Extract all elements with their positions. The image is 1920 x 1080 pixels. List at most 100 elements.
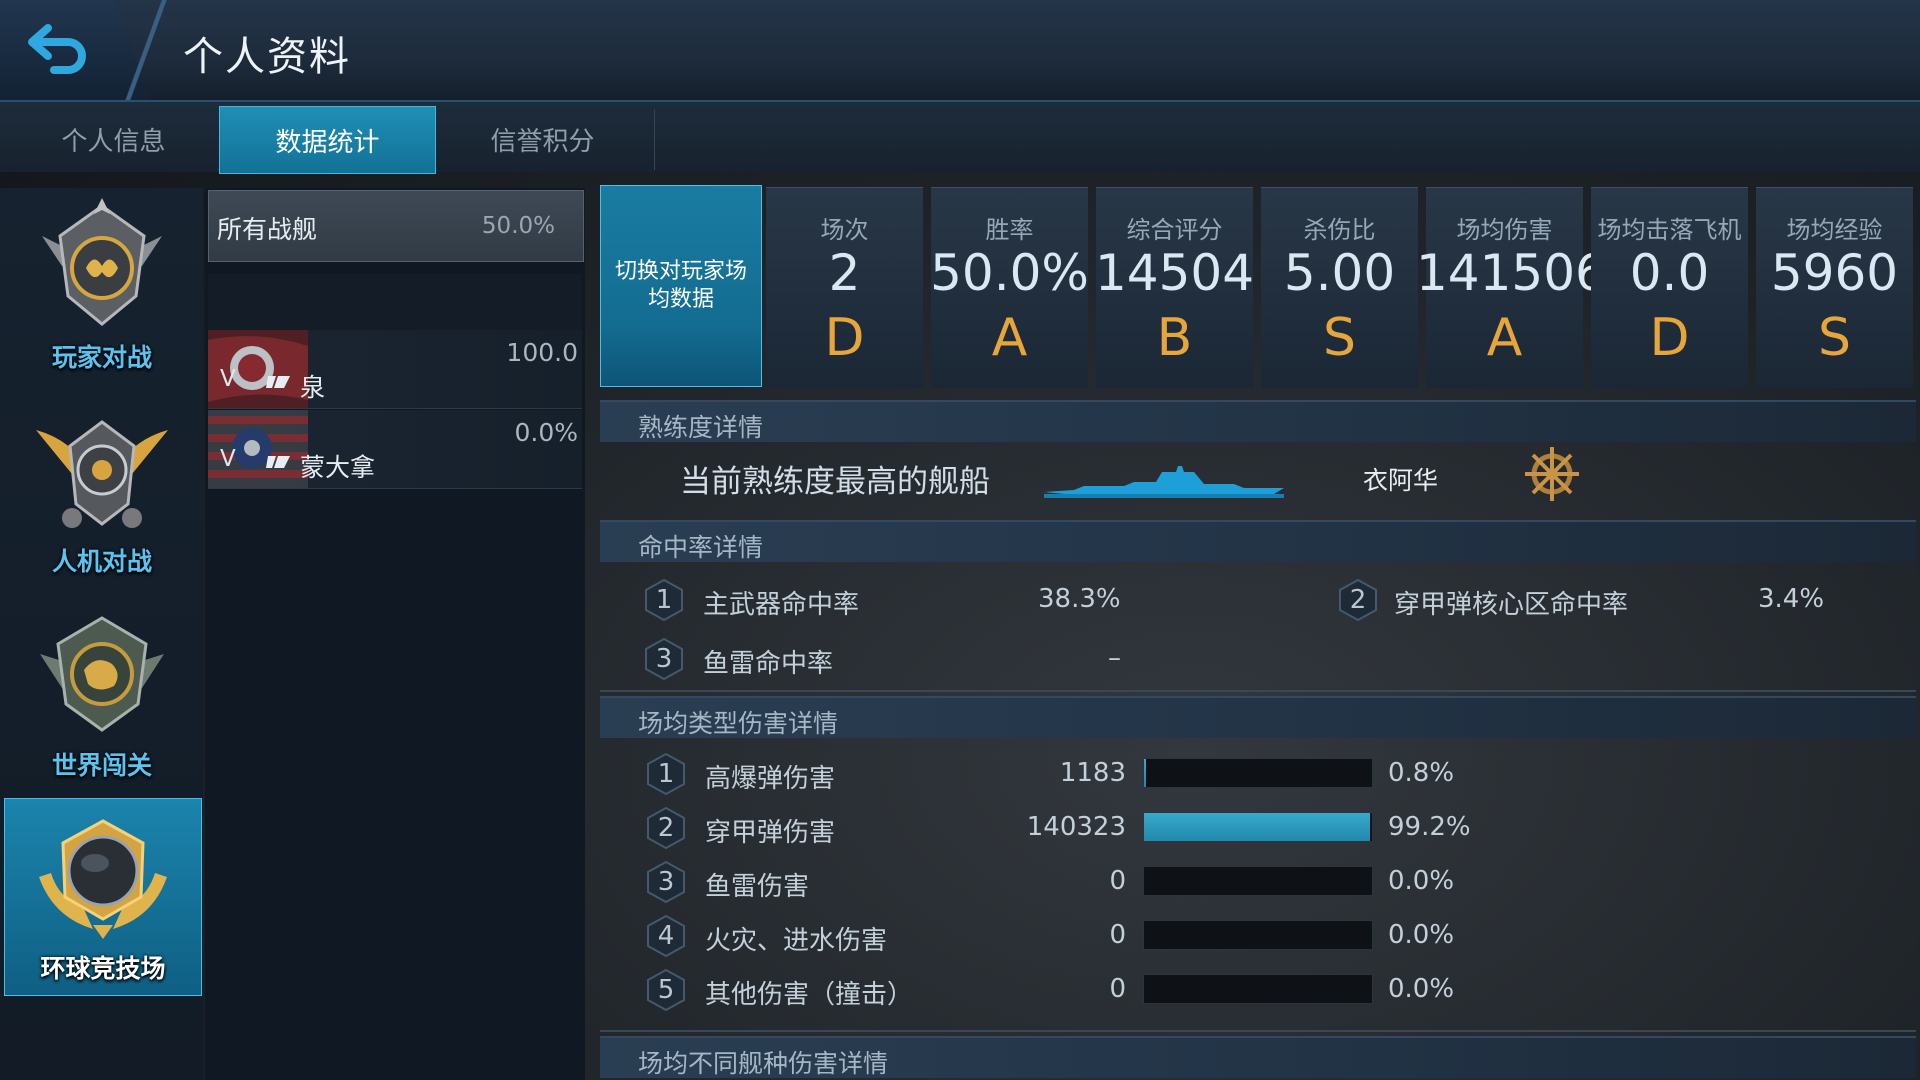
stat-value: 141506 bbox=[1416, 244, 1607, 302]
tab-personal-info[interactable]: 个人信息 bbox=[6, 106, 221, 172]
mode-sidebar: 玩家对战 人机对战 世界闯关 环球竞技场 bbox=[0, 188, 203, 1080]
mode-world-campaign[interactable]: 世界闯关 bbox=[4, 596, 200, 792]
ship-filter-all[interactable]: 所有战舰 50.0% bbox=[208, 190, 584, 262]
battleship-class-icon bbox=[266, 456, 290, 468]
battleship-silhouette-icon bbox=[1044, 466, 1284, 498]
stat-grade: S bbox=[1817, 308, 1851, 368]
arena-emblem-icon bbox=[39, 819, 167, 939]
section-title: 场均不同舰种伤害详情 bbox=[638, 1049, 889, 1078]
section-title: 命中率详情 bbox=[638, 533, 764, 562]
number-badge: 5 bbox=[644, 968, 688, 1012]
damage-label: 火灾、进水伤害 bbox=[705, 926, 888, 956]
section-proficiency-header: 熟练度详情 bbox=[600, 400, 1916, 442]
damage-percent: 0.0% bbox=[1388, 920, 1455, 950]
ship-filter-value: 50.0% bbox=[481, 213, 555, 239]
stat-value: 0.0 bbox=[1629, 244, 1710, 302]
damage-label: 穿甲弹伤害 bbox=[705, 818, 836, 848]
pvp-emblem-icon bbox=[42, 198, 162, 326]
campaign-emblem-icon bbox=[40, 616, 164, 732]
damage-percent: 0.0% bbox=[1388, 866, 1455, 896]
mode-label: 环球竞技场 bbox=[40, 954, 166, 983]
damage-bar bbox=[1143, 866, 1373, 896]
tab-data-stats[interactable]: 数据统计 bbox=[219, 106, 436, 174]
stat-grade: B bbox=[1156, 308, 1193, 368]
damage-value: 0 bbox=[1109, 866, 1126, 896]
section-accuracy-header: 命中率详情 bbox=[600, 520, 1916, 562]
back-arrow-icon bbox=[28, 24, 86, 74]
ship-name: 蒙大拿 bbox=[300, 453, 376, 482]
section-divider bbox=[600, 1030, 1916, 1032]
section-title: 熟练度详情 bbox=[638, 413, 764, 442]
ship-row[interactable]: V 蒙大拿 0.0% bbox=[208, 410, 582, 489]
number-badge: 1 bbox=[644, 752, 688, 796]
ship-tier: V bbox=[220, 366, 236, 392]
damage-bar bbox=[1143, 812, 1373, 842]
tab-bar: 个人信息 数据统计 信誉积分 bbox=[0, 102, 1920, 174]
damage-percent: 99.2% bbox=[1388, 812, 1471, 842]
damage-bar-fill bbox=[1144, 813, 1371, 841]
damage-percent: 0.0% bbox=[1388, 974, 1455, 1004]
stat-value: 50.0% bbox=[930, 244, 1089, 302]
tab-reputation[interactable]: 信誉积分 bbox=[435, 106, 650, 172]
damage-bar-fill bbox=[1144, 759, 1146, 787]
damage-label: 鱼雷伤害 bbox=[705, 872, 810, 902]
switch-button-line1: 切换对玩家场 bbox=[614, 259, 747, 284]
accuracy-value: – bbox=[1108, 643, 1121, 673]
mode-label: 世界闯关 bbox=[51, 751, 152, 780]
ship-list-spacer bbox=[208, 274, 582, 330]
damage-percent: 0.8% bbox=[1388, 758, 1455, 788]
accuracy-label: 主武器命中率 bbox=[703, 590, 860, 620]
mode-global-arena[interactable]: 环球竞技场 bbox=[4, 798, 202, 996]
page-title: 个人资料 bbox=[183, 34, 351, 80]
proficiency-text: 当前熟练度最高的舰船 bbox=[680, 464, 990, 500]
accuracy-value: 38.3% bbox=[1038, 584, 1121, 614]
stat-label: 场次 bbox=[820, 216, 869, 244]
switch-button-line2: 均数据 bbox=[647, 287, 714, 312]
mode-pve[interactable]: 人机对战 bbox=[4, 392, 200, 588]
header-bar: 个人资料 bbox=[0, 0, 1920, 102]
section-title: 场均类型伤害详情 bbox=[638, 709, 839, 738]
section-shiptype-damage-header: 场均不同舰种伤害详情 bbox=[600, 1036, 1916, 1078]
ship-filter-label: 所有战舰 bbox=[217, 215, 318, 244]
damage-value: 140323 bbox=[1026, 812, 1126, 842]
stat-label: 杀伤比 bbox=[1303, 216, 1376, 244]
damage-bar bbox=[1143, 758, 1373, 788]
number-badge: 3 bbox=[644, 860, 688, 904]
damage-bar bbox=[1143, 974, 1373, 1004]
stat-label: 场均经验 bbox=[1786, 216, 1883, 244]
damage-label: 其他伤害（撞击） bbox=[705, 980, 914, 1010]
ship-tier: V bbox=[220, 446, 236, 472]
back-button[interactable] bbox=[28, 20, 92, 76]
stat-grade: A bbox=[1486, 308, 1523, 368]
number-badge: 1 bbox=[642, 578, 686, 622]
stat-card-kd-ratio: 杀伤比 5.00 S bbox=[1261, 187, 1418, 388]
stat-card-avg-planes-shot: 场均击落飞机 0.0 D bbox=[1591, 187, 1748, 388]
damage-bar bbox=[1143, 920, 1373, 950]
stat-grade: D bbox=[824, 308, 865, 368]
mode-pvp[interactable]: 玩家对战 bbox=[4, 188, 200, 384]
ship-value: 100.0 bbox=[506, 338, 578, 367]
stat-grade: A bbox=[991, 308, 1028, 368]
damage-value: 0 bbox=[1109, 920, 1126, 950]
stat-card-avg-damage: 场均伤害 141506 A bbox=[1416, 187, 1607, 388]
stat-value: 5.00 bbox=[1283, 244, 1396, 302]
ship-name: 泉 bbox=[300, 373, 326, 402]
ship-wheel-icon bbox=[1525, 447, 1579, 501]
stat-label: 胜率 bbox=[985, 216, 1034, 244]
number-badge: 2 bbox=[644, 806, 688, 850]
switch-to-player-avg-button[interactable]: 切换对玩家场 均数据 bbox=[600, 185, 762, 387]
damage-value: 0 bbox=[1109, 974, 1126, 1004]
section-damage-header: 场均类型伤害详情 bbox=[600, 696, 1916, 738]
ship-row[interactable]: V 泉 100.0 bbox=[208, 330, 582, 409]
number-badge: 4 bbox=[644, 914, 688, 958]
stat-value: 5960 bbox=[1770, 244, 1899, 302]
mode-label: 人机对战 bbox=[51, 547, 152, 576]
stat-card-matches: 场次 2 D bbox=[766, 187, 923, 388]
stat-card-avg-exp: 场均经验 5960 S bbox=[1756, 187, 1913, 388]
number-badge: 2 bbox=[1336, 578, 1380, 622]
section-divider bbox=[600, 690, 1916, 692]
header-divider bbox=[118, 0, 178, 100]
number-badge: 3 bbox=[642, 637, 686, 681]
tab-divider bbox=[654, 110, 655, 170]
stat-value: 14504 bbox=[1094, 244, 1255, 302]
